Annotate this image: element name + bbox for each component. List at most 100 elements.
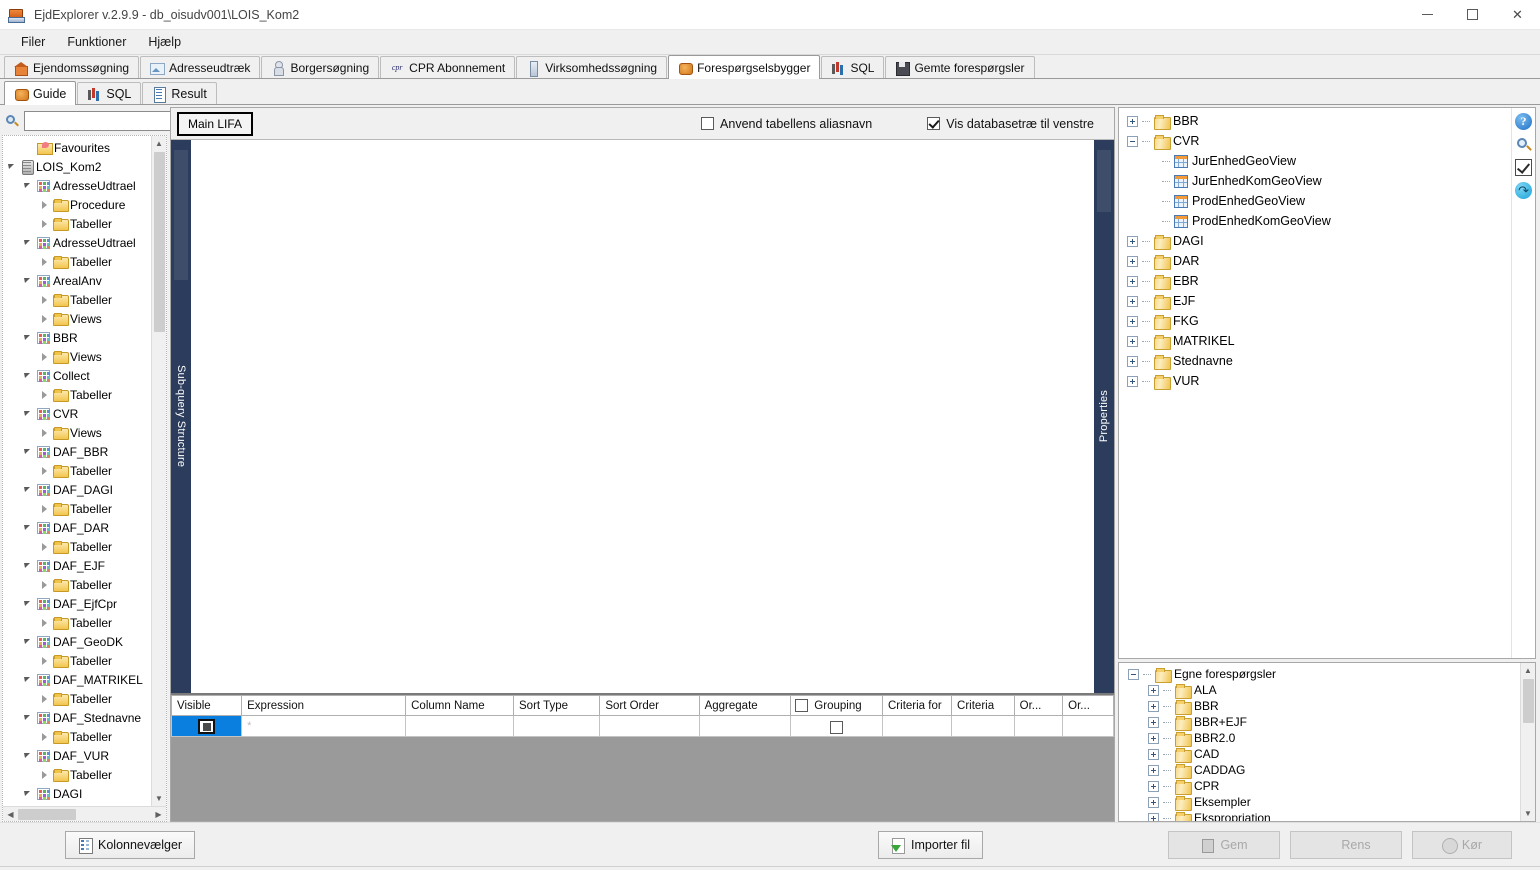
tree-node[interactable]: Views: [3, 347, 166, 366]
tree-node[interactable]: AdresseUdtrael: [3, 233, 166, 252]
collapse-arrow-icon[interactable]: [23, 598, 34, 609]
tab-gemte-foresporgsler[interactable]: Gemte forespørgsler: [885, 56, 1034, 78]
col-sort-order[interactable]: Sort Order: [600, 696, 699, 716]
cell-sort-order[interactable]: [600, 716, 699, 737]
subtab-sql[interactable]: SQL: [77, 82, 141, 104]
collapse-arrow-icon[interactable]: [23, 332, 34, 343]
tree-node[interactable]: ArealAnv: [3, 271, 166, 290]
option-show-tree[interactable]: Vis databasetræ til venstre: [927, 117, 1094, 131]
saved-query-node[interactable]: CPR: [1124, 778, 1535, 794]
collapse-minus-icon[interactable]: [1127, 136, 1138, 147]
expand-arrow-icon[interactable]: [39, 256, 50, 267]
maximize-button[interactable]: [1450, 0, 1495, 30]
scroll-thumb[interactable]: [1523, 679, 1534, 723]
saved-query-node[interactable]: CAD: [1124, 746, 1535, 762]
help-icon[interactable]: ?: [1515, 113, 1532, 130]
expand-plus-icon[interactable]: [1148, 685, 1159, 696]
tree-node[interactable]: DAF_EjfCpr: [3, 594, 166, 613]
expand-arrow-icon[interactable]: [39, 465, 50, 476]
tab-sql[interactable]: SQL: [821, 56, 884, 78]
saved-query-node[interactable]: Egne forespørgsler: [1124, 666, 1535, 682]
schema-tree-node[interactable]: JurEnhedGeoView: [1123, 151, 1511, 171]
col-expression[interactable]: Expression: [242, 696, 406, 716]
tree-node[interactable]: Tabeller: [3, 290, 166, 309]
schema-tree-node[interactable]: VUR: [1123, 371, 1511, 391]
diagram-canvas[interactable]: [191, 140, 1094, 693]
tree-node[interactable]: LOIS_Kom2: [3, 157, 166, 176]
grouping-header-checkbox[interactable]: [795, 699, 808, 712]
col-or-1[interactable]: Or...: [1014, 696, 1063, 716]
tree-node[interactable]: DAF_MATRIKEL: [3, 670, 166, 689]
rens-button[interactable]: Rens: [1290, 831, 1402, 859]
col-sort-type[interactable]: Sort Type: [514, 696, 600, 716]
tab-ejendomssoegning[interactable]: Ejendomssøgning: [4, 56, 139, 78]
tree-node[interactable]: AdresseUdtrael: [3, 176, 166, 195]
expand-arrow-icon[interactable]: [39, 693, 50, 704]
col-criteria[interactable]: Criteria: [952, 696, 1015, 716]
table-row[interactable]: *: [172, 716, 1114, 737]
cell-sort-type[interactable]: [514, 716, 600, 737]
tree-node[interactable]: Procedure: [3, 195, 166, 214]
subtab-guide[interactable]: Guide: [4, 81, 76, 105]
option-alias[interactable]: Anvend tabellens aliasnavn: [701, 117, 872, 131]
expand-plus-icon[interactable]: [1127, 336, 1138, 347]
scroll-thumb-h[interactable]: [18, 809, 76, 820]
tree-node[interactable]: Tabeller: [3, 727, 166, 746]
cell-criteria[interactable]: [952, 716, 1015, 737]
schema-tree-node[interactable]: EJF: [1123, 291, 1511, 311]
tree-node[interactable]: DAF_VUR: [3, 746, 166, 765]
tree-node[interactable]: Views: [3, 309, 166, 328]
expand-arrow-icon[interactable]: [39, 294, 50, 305]
alias-checkbox[interactable]: [701, 117, 714, 130]
gem-button[interactable]: Gem: [1168, 831, 1280, 859]
tree-node[interactable]: Tabeller: [3, 252, 166, 271]
scroll-down-icon[interactable]: ▼: [152, 791, 167, 806]
scroll-left-icon[interactable]: ◀: [3, 807, 18, 822]
tab-borgersoegning[interactable]: Borgersøgning: [261, 56, 379, 78]
expand-arrow-icon[interactable]: [39, 579, 50, 590]
expand-arrow-icon[interactable]: [39, 389, 50, 400]
expand-plus-icon[interactable]: [1127, 356, 1138, 367]
expand-plus-icon[interactable]: [1148, 813, 1159, 822]
tree-node[interactable]: DAF_DAR: [3, 518, 166, 537]
schema-tree-node[interactable]: Stednavne: [1123, 351, 1511, 371]
saved-query-node[interactable]: CADDAG: [1124, 762, 1535, 778]
tab-cpr-abonnement[interactable]: cpr CPR Abonnement: [380, 56, 515, 78]
tree-node[interactable]: Tabeller: [3, 385, 166, 404]
expand-plus-icon[interactable]: [1127, 316, 1138, 327]
cell-column-name[interactable]: [406, 716, 514, 737]
tree-node[interactable]: Tabeller: [3, 499, 166, 518]
schema-tree-node[interactable]: CVR: [1123, 131, 1511, 151]
col-visible[interactable]: Visible: [172, 696, 242, 716]
expand-arrow-icon[interactable]: [39, 731, 50, 742]
expand-arrow-icon[interactable]: [39, 351, 50, 362]
saved-query-node[interactable]: Eksempler: [1124, 794, 1535, 810]
cell-aggregate[interactable]: [699, 716, 791, 737]
col-aggregate[interactable]: Aggregate: [699, 696, 791, 716]
tree-node[interactable]: DAGI: [3, 784, 166, 803]
expand-plus-icon[interactable]: [1148, 749, 1159, 760]
expand-arrow-icon[interactable]: [39, 218, 50, 229]
collapse-arrow-icon[interactable]: [23, 522, 34, 533]
expand-plus-icon[interactable]: [1127, 116, 1138, 127]
close-icon[interactable]: ✕: [1495, 0, 1540, 30]
expand-plus-icon[interactable]: [1127, 256, 1138, 267]
kor-button[interactable]: Kør: [1412, 831, 1512, 859]
col-or-2[interactable]: Or...: [1063, 696, 1114, 716]
expand-plus-icon[interactable]: [1148, 797, 1159, 808]
tree-node[interactable]: DAF_DAGI: [3, 480, 166, 499]
cell-or-1[interactable]: [1014, 716, 1063, 737]
tree-node[interactable]: Tabeller: [3, 613, 166, 632]
query-tab-main-lifa[interactable]: Main LIFA: [177, 112, 253, 136]
collapse-arrow-icon[interactable]: [7, 161, 18, 172]
properties-tab[interactable]: Properties: [1094, 140, 1114, 693]
expand-arrow-icon[interactable]: [39, 199, 50, 210]
subquery-structure-tab[interactable]: Sub-query Structure: [171, 140, 191, 693]
saved-queries-vscrollbar[interactable]: ▲ ▼: [1520, 663, 1535, 821]
expand-arrow-icon[interactable]: [39, 313, 50, 324]
expand-plus-icon[interactable]: [1127, 236, 1138, 247]
collapse-arrow-icon[interactable]: [23, 446, 34, 457]
tree-node[interactable]: Tabeller: [3, 537, 166, 556]
schema-tree-node[interactable]: ProdEnhedGeoView: [1123, 191, 1511, 211]
schema-tree-node[interactable]: FKG: [1123, 311, 1511, 331]
